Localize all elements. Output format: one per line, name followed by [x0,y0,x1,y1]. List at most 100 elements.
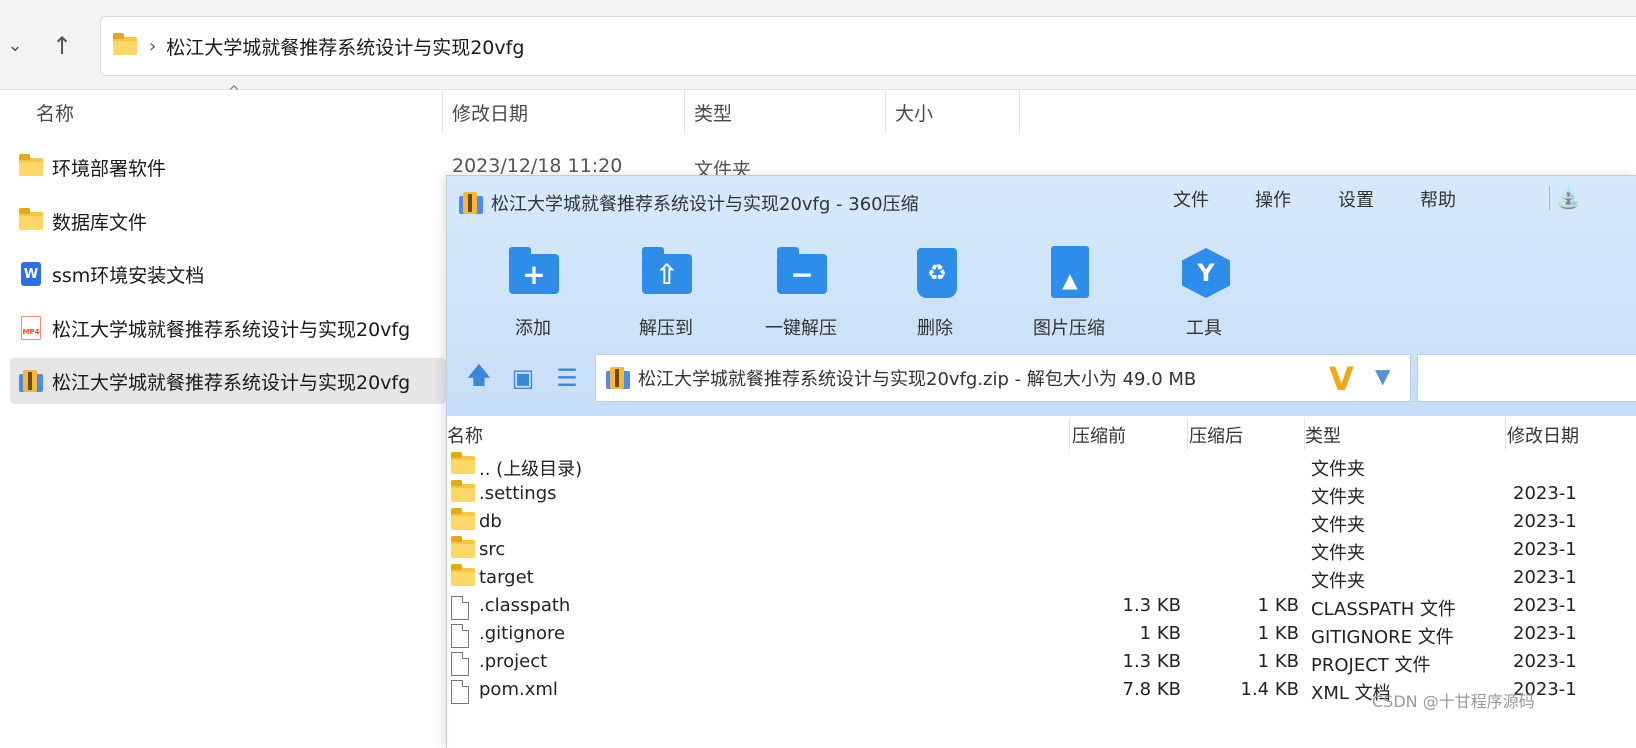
column-header-date[interactable]: 修改日期 [1507,416,1579,454]
dropdown-arrow-icon[interactable]: ▼ [1375,364,1390,388]
menu-file[interactable]: 文件 [1173,186,1209,212]
column-header-before[interactable]: 压缩前 [1072,416,1126,454]
breadcrumb[interactable]: 松江大学城就餐推荐系统设计与实现20vfg [166,33,524,60]
menu-help[interactable]: 帮助 [1420,186,1456,212]
tool-extract-to-button[interactable]: ⇧ 解压到 [611,246,721,340]
tool-one-click-extract-button[interactable]: − 一键解压 [746,246,856,340]
item-name: 松江大学城就餐推荐系统设计与实现20vfg [52,318,411,341]
row-date: 2023-1 [1513,539,1577,560]
list-item-selected[interactable]: 松江大学城就餐推荐系统设计与实现20vfg [10,358,446,404]
tool-label: 删除 [917,318,953,339]
tool-tools-button[interactable]: Y 工具 [1149,246,1259,340]
column-header-after[interactable]: 压缩后 [1189,416,1243,454]
column-header-size[interactable]: 大小 [895,90,933,134]
tool-image-compress-button[interactable]: ▲ 图片压缩 [1014,246,1124,340]
window-title: 松江大学城就餐推荐系统设计与实现20vfg - 360压缩 [491,194,919,215]
archive-path-text: 松江大学城就餐推荐系统设计与实现20vfg.zip - 解包大小为 49.0 M… [638,369,1197,390]
row-name: target [479,567,534,588]
file-icon [451,680,469,704]
row-name: .classpath [479,595,571,616]
column-header-name[interactable]: 名称 [447,416,483,454]
column-divider[interactable] [442,90,443,134]
row-date: 2023-1 [1513,623,1577,644]
row-name: db [479,511,502,532]
column-header-name[interactable]: 名称 [36,90,74,134]
column-divider[interactable] [684,90,685,134]
search-input[interactable] [1417,354,1636,402]
table-row[interactable]: .gitignore 1 KB 1 KB GITIGNORE 文件 2023-1 [447,621,1636,649]
archiver-window: 松江大学城就餐推荐系统设计与实现20vfg - 360压缩 文件 操作 设置 帮… [446,175,1636,748]
column-divider[interactable] [885,90,886,134]
column-header-type[interactable]: 类型 [1305,416,1341,454]
one-click-extract-icon: − [777,247,827,294]
up-level-icon[interactable]: 🡅 [465,361,493,392]
tool-label: 添加 [515,318,551,339]
skin-shirt-icon[interactable]: ⛲ [1549,186,1581,210]
list-item[interactable]: 数据库文件 [10,198,446,244]
row-size-before: 7.8 KB [1122,679,1182,700]
tool-label: 图片压缩 [1033,318,1105,339]
folder-icon [19,208,43,230]
row-type: 文件夹 [1311,571,1365,592]
row-name: src [479,539,506,560]
row-size-before: 1 KB [1139,623,1181,644]
table-row[interactable]: db 文件夹 2023-1 [447,508,1636,537]
column-divider[interactable] [1069,418,1070,450]
up-arrow-icon[interactable]: ↑ [44,26,80,66]
column-divider[interactable] [1187,418,1188,450]
item-modified-date: 2023/12/18 11:20 [452,155,623,177]
column-divider[interactable] [1019,90,1020,134]
row-size-before: 1.3 KB [1122,595,1182,616]
row-type: 文件夹 [1311,515,1365,536]
row-date: 2023-1 [1513,651,1577,672]
table-row[interactable]: .. (上级目录) 文件夹 [447,452,1636,481]
v-logo-icon[interactable]: V [1329,360,1354,398]
zip-archive-icon [459,192,483,214]
table-row[interactable]: target 文件夹 2023-1 [447,564,1636,593]
list-item[interactable]: W ssm环境安装文档 [10,251,446,297]
row-size-before: 1.3 KB [1122,651,1182,672]
folder-icon [451,564,475,586]
row-size-after: 1 KB [1257,623,1299,644]
word-doc-icon: W [21,262,41,286]
folder-icon [451,480,475,502]
table-row[interactable]: .project 1.3 KB 1 KB PROJECT 文件 2023-1 [447,649,1636,677]
add-folder-icon: + [509,247,559,294]
table-row[interactable]: .settings 文件夹 2023-1 [447,480,1636,509]
zip-archive-icon [606,367,630,389]
chevron-down-icon[interactable]: ⌄ [2,30,28,60]
row-date: 2023-1 [1513,595,1577,616]
row-type: 文件夹 [1311,459,1365,480]
row-size-after: 1 KB [1257,651,1299,672]
tool-add-button[interactable]: + 添加 [478,246,588,340]
folder-icon [451,452,475,474]
table-row[interactable]: .classpath 1.3 KB 1 KB CLASSPATH 文件 2023… [447,593,1636,621]
column-divider[interactable] [1505,418,1506,450]
tool-label: 一键解压 [765,318,837,339]
folder-icon [451,536,475,558]
item-name: ssm环境安装文档 [52,264,205,287]
tool-label: 解压到 [639,318,693,339]
table-row[interactable]: src 文件夹 2023-1 [447,536,1636,565]
view-thumbnail-icon[interactable]: ▣ [509,364,537,392]
archiver-header: 松江大学城就餐推荐系统设计与实现20vfg - 360压缩 文件 操作 设置 帮… [447,176,1636,416]
list-item[interactable]: MP4 松江大学城就餐推荐系统设计与实现20vfg [10,305,446,351]
address-bar[interactable]: › 松江大学城就餐推荐系统设计与实现20vfg [100,16,1636,76]
column-header-type[interactable]: 类型 [694,90,732,134]
row-type: CLASSPATH 文件 [1311,599,1457,620]
image-compress-icon: ▲ [1051,246,1089,298]
tool-delete-button[interactable]: ♻ 删除 [880,246,990,340]
menu-settings[interactable]: 设置 [1338,186,1374,212]
view-list-icon[interactable]: ☰ [553,364,581,392]
menu-operation[interactable]: 操作 [1255,186,1291,212]
archive-path-field[interactable]: 松江大学城就餐推荐系统设计与实现20vfg.zip - 解包大小为 49.0 M… [595,354,1411,402]
row-name: pom.xml [479,679,558,700]
item-name: 环境部署软件 [52,157,167,180]
row-type: GITIGNORE 文件 [1311,627,1454,648]
list-item[interactable]: 环境部署软件 [10,144,446,190]
row-type: 文件夹 [1311,487,1365,508]
column-header-modified[interactable]: 修改日期 [452,90,528,134]
watermark: CSDN @十甘程序源码 [1372,692,1535,711]
zip-archive-icon [19,370,43,392]
archiver-title-bar: 松江大学城就餐推荐系统设计与实现20vfg - 360压缩 [459,188,919,218]
